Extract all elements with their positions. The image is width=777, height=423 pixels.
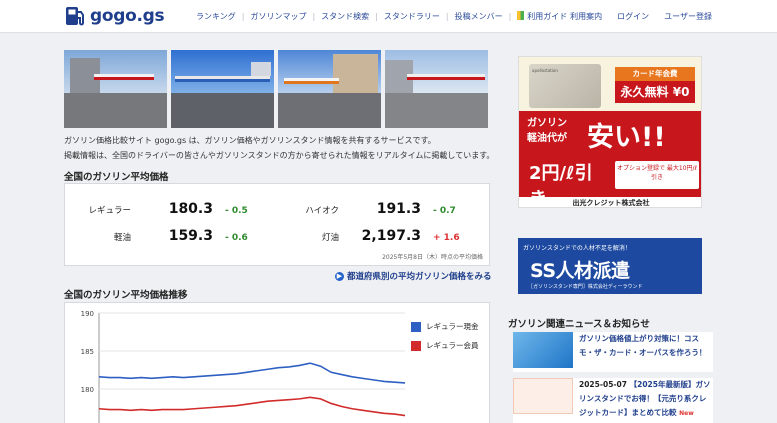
price-kerosene: 灯油 2,197.3 + 1.6 <box>271 228 460 244</box>
series-line <box>98 396 406 417</box>
price-regular: レギュラー 180.3 - 0.5 <box>63 201 248 217</box>
price-label: レギュラー <box>88 206 131 216</box>
news-headline: ガソリン価格値上がり対策に！コスモ・ザ・カード・オーパスを作ろう！ <box>579 334 707 357</box>
ad-gas-text: ガソリン 軽油代が <box>527 116 567 146</box>
news-item[interactable]: ガソリン価格値上がり対策に！コスモ・ザ・カード・オーパスを作ろう！ <box>513 332 713 372</box>
nav-gas-map[interactable]: ガソリンマップ <box>244 11 312 22</box>
station-photos <box>64 50 488 128</box>
nav-stand-rally[interactable]: スタンドラリー <box>378 11 446 22</box>
intro-line: 掲載情報は、全国のドライバーの皆さんやガソリンスタンドの方から寄せられた情報をリ… <box>64 151 495 160</box>
chart-legend: レギュラー現金 レギュラー会員 <box>411 321 479 359</box>
ad-cheap-headline: 安い!! <box>587 122 666 153</box>
site-intro: ガソリン価格比較サイト gogo.gs は、ガソリン価格やガソリンスタンド情報を… <box>64 133 504 163</box>
legend-item: レギュラー現金 <box>411 321 479 332</box>
fuel-pump-icon <box>66 7 84 26</box>
intro-line: ガソリン価格比較サイト gogo.gs は、ガソリン価格やガソリンスタンド情報を… <box>64 136 436 145</box>
card-brand: apollostation <box>532 68 558 73</box>
series-line <box>98 362 406 384</box>
nav-ranking[interactable]: ランキング <box>190 11 242 22</box>
y-tick-label: 190 <box>81 310 94 318</box>
site-header: gogo.gs ランキング | ガソリンマップ | スタンド検索 | スタンドラ… <box>0 0 777 33</box>
price-diff: - 0.6 <box>225 233 248 243</box>
news-body: 2025-05-07 【2025年最新版】ガソリンスタンドでお得！【元売り系クレ… <box>579 378 713 423</box>
ad-company: 出光クレジット株式会社 <box>519 197 701 207</box>
beginner-mark-icon <box>517 11 525 20</box>
y-tick-label: 185 <box>81 348 94 356</box>
ad-gas-line: ガソリン <box>527 118 567 129</box>
station-photo <box>171 50 274 128</box>
credit-card-ad[interactable]: apollostation カード年会費 永久無料 ¥0 ガソリン 軽油代が 安… <box>518 56 702 208</box>
ad-discount: 2円/ℓ引き <box>529 163 593 207</box>
arrow-right-icon: ▶ <box>335 271 344 281</box>
price-highoctane: ハイオク 191.3 - 0.7 <box>271 201 456 217</box>
ad2-company: ［ガソリンスタンド専門］株式会社ディーラウンド <box>528 284 643 290</box>
ad-free-label: 永久無料 ¥0 <box>615 81 695 103</box>
ad-option-box: オプション登録で 最大10円/ℓ引き <box>615 161 699 189</box>
price-value: 191.3 <box>376 201 421 217</box>
site-logo[interactable]: gogo.gs <box>64 6 165 26</box>
nav-stand-search[interactable]: スタンド検索 <box>315 11 375 22</box>
news-thumbnail <box>513 378 573 414</box>
station-photo <box>278 50 381 128</box>
station-photo <box>64 50 167 128</box>
nav-login[interactable]: ログイン <box>617 11 649 22</box>
chart-section-title: 全国のガソリン平均価格推移 <box>64 290 188 301</box>
price-label: 灯油 <box>321 233 339 243</box>
ad-gas-line: 軽油代が <box>527 133 567 144</box>
ad-lower-band: 2円/ℓ引き オプション登録で 最大10円/ℓ引き <box>519 159 701 207</box>
legend-swatch <box>411 340 421 351</box>
news-section-title: ガソリン関連ニュース＆お知らせ <box>508 319 650 330</box>
legend-label: レギュラー会員 <box>426 341 479 350</box>
price-section-title: 全国のガソリン平均価格 <box>64 172 169 183</box>
price-value: 2,197.3 <box>361 228 421 244</box>
price-value: 159.3 <box>168 228 213 244</box>
ad-middle-band: ガソリン 軽油代が 安い!! <box>519 111 701 159</box>
staffing-ad[interactable]: ガソリンスタンドでの人材不足を解消！ SS人材派遣 ［ガソリンスタンド専門］株式… <box>518 238 702 294</box>
y-tick-label: 180 <box>81 386 94 394</box>
nav-members[interactable]: 投稿メンバー <box>449 11 509 22</box>
station-photo <box>385 50 488 128</box>
news-thumbnail <box>513 332 573 368</box>
legend-label: レギュラー現金 <box>426 322 479 331</box>
price-label: ハイオク <box>305 206 339 216</box>
ad2-tagline: ガソリンスタンドでの人材不足を解消！ <box>523 245 631 252</box>
price-diesel: 軽油 159.3 - 0.6 <box>63 228 248 244</box>
main-nav: ランキング | ガソリンマップ | スタンド検索 | スタンドラリー | 投稿メ… <box>190 11 573 22</box>
price-diff: - 0.5 <box>225 206 248 216</box>
nav-usage-info[interactable]: 利用案内 <box>570 11 602 22</box>
credit-card-image: apollostation <box>529 64 601 108</box>
price-date-note: 2025年5月8日（木）時点の平均価格 <box>382 254 483 261</box>
ad2-headline: SS人材派遣 <box>530 260 630 282</box>
legend-swatch <box>411 321 421 332</box>
news-item[interactable]: 2025-05-07 【2025年最新版】ガソリンスタンドでお得！【元売り系クレ… <box>513 378 713 423</box>
price-diff: + 1.6 <box>433 233 460 243</box>
logo-text: gogo.gs <box>90 6 165 26</box>
ad-top-band: apollostation カード年会費 永久無料 ¥0 <box>519 57 701 111</box>
legend-item: レギュラー会員 <box>411 340 479 351</box>
price-diff: - 0.7 <box>433 206 456 216</box>
average-price-panel: レギュラー 180.3 - 0.5 ハイオク 191.3 - 0.7 軽油 15… <box>64 183 490 266</box>
nav-register[interactable]: ユーザー登録 <box>664 11 712 22</box>
ad-annual-fee-badge: カード年会費 <box>615 67 695 81</box>
price-trend-chart: 190 185 180 レギュラー現金 レギュラー会員 <box>64 302 490 423</box>
prefecture-price-link[interactable]: ▶ 都道府県別の平均ガソリン価格をみる <box>335 270 492 282</box>
price-label: 軽油 <box>113 233 131 243</box>
price-value: 180.3 <box>168 201 213 217</box>
prefecture-price-link-label: 都道府県別の平均ガソリン価格をみる <box>347 272 492 282</box>
news-new-tag: New <box>679 410 694 417</box>
news-date: 2025-05-07 <box>579 380 627 389</box>
user-nav: 利用案内 ログイン ユーザー登録 <box>555 11 712 22</box>
